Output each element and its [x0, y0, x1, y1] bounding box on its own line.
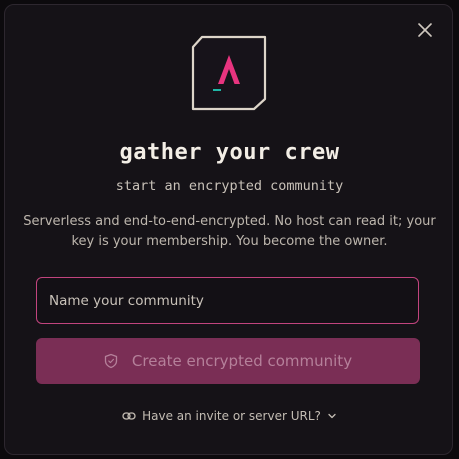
dialog-title: gather your crew: [119, 140, 340, 165]
dialog-description: Serverless and end-to-end-encrypted. No …: [23, 214, 436, 249]
app-logo-icon: [191, 35, 267, 111]
dialog-subtitle: start an encrypted community: [115, 178, 344, 194]
app-logo: [190, 35, 268, 111]
close-button[interactable]: [414, 19, 436, 41]
shield-icon: [104, 353, 118, 369]
create-button-label: Create encrypted community: [131, 352, 353, 370]
close-icon: [418, 23, 432, 37]
link-icon: [122, 412, 136, 420]
community-name-input[interactable]: [36, 277, 419, 324]
invite-link-label: Have an invite or server URL?: [142, 409, 321, 423]
chevron-down-icon: [328, 413, 336, 419]
create-community-button[interactable]: Create encrypted community: [36, 338, 420, 384]
invite-toggle-link[interactable]: Have an invite or server URL?: [0, 406, 459, 426]
